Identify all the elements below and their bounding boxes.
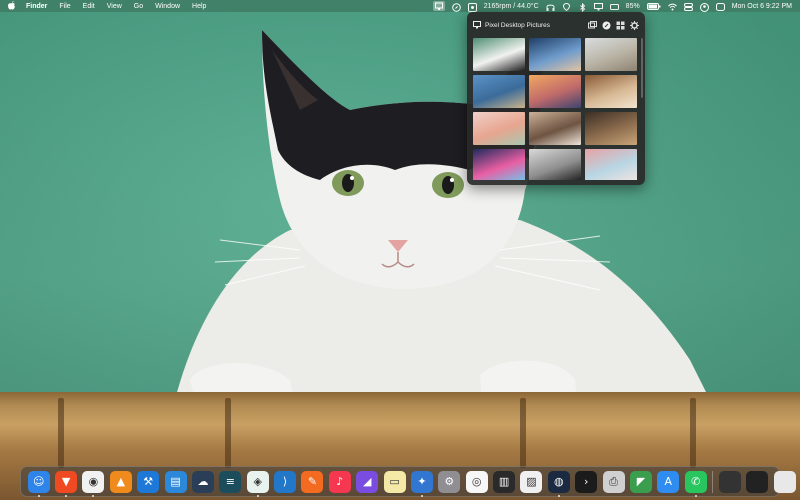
wallpaper-thumbnail-paint-splash[interactable] <box>473 149 525 180</box>
control-center-icon[interactable] <box>683 2 693 11</box>
sketch-app-icon[interactable]: ✎ <box>301 470 324 493</box>
windows-app-icon[interactable]: ▤ <box>164 470 187 493</box>
piano-icon[interactable]: ▥ <box>493 470 516 493</box>
bamboo-node <box>520 398 526 468</box>
grid-view-icon[interactable] <box>616 21 625 30</box>
pixel-desktop-pictures-icon[interactable] <box>432 1 445 11</box>
wallpaper-thumbnail-pattern-tiles[interactable] <box>529 112 581 145</box>
recent-window-3-icon[interactable] <box>773 470 796 493</box>
bamboo-node <box>58 398 64 468</box>
menu-help[interactable]: Help <box>192 3 206 10</box>
terminal-icon[interactable]: › <box>575 470 598 493</box>
status-area: 2165rpm / 44.0°C 85% Mon Oct 6 9:22 PM <box>432 1 792 12</box>
music-icon[interactable]: ♪ <box>328 470 351 493</box>
user-icon[interactable] <box>699 2 709 12</box>
screenshot-icon[interactable]: ◎ <box>465 470 488 493</box>
running-indicator <box>37 494 40 497</box>
app-logo-icon <box>473 21 481 29</box>
desktop-wallpaper <box>0 0 800 500</box>
settings-icon[interactable]: ⚙ <box>438 470 461 493</box>
apple-menu-icon[interactable] <box>8 0 16 12</box>
finder-icon[interactable]: ☺ <box>27 470 50 497</box>
gallery-icon[interactable] <box>588 20 597 30</box>
whatsapp-icon[interactable]: ✆ <box>684 470 707 497</box>
preview-icon[interactable]: ▨ <box>520 470 543 493</box>
wifi-icon[interactable] <box>667 3 677 10</box>
wallpaper-thumbnail-lens-hand[interactable] <box>529 38 581 71</box>
xcode-icon[interactable]: ⚒ <box>137 470 160 493</box>
bluetooth-icon[interactable] <box>578 2 587 12</box>
wallpaper-thumbnail-silhouettes[interactable] <box>529 149 581 180</box>
chrome-icon[interactable]: ◉ <box>82 470 105 497</box>
globe-app-icon[interactable]: ◍ <box>547 470 570 497</box>
cloud-app-icon[interactable]: ☁ <box>191 470 214 493</box>
wallpaper-thumbnail-still-life[interactable] <box>585 112 637 145</box>
running-indicator <box>557 494 560 497</box>
battery-percent[interactable]: 85% <box>626 3 640 10</box>
siri-icon[interactable] <box>715 2 725 11</box>
display-icon[interactable] <box>593 2 603 10</box>
tweak-app-icon[interactable]: ◢ <box>356 470 379 493</box>
compass-status-icon[interactable] <box>451 2 461 12</box>
popover-scrollbar[interactable] <box>641 38 643 98</box>
compass-app-icon[interactable]: ◤ <box>629 470 652 493</box>
wallpaper-thumbnail-coast-cliffs[interactable] <box>473 75 525 108</box>
menu-view[interactable]: View <box>107 3 122 10</box>
wallpaper-thumbnail-empty-room[interactable] <box>585 75 637 108</box>
brave-browser-icon[interactable]: ▼ <box>55 470 78 497</box>
vscode-icon[interactable]: ⟩ <box>274 470 297 493</box>
popover-title: Pixel Desktop Pictures <box>485 21 551 29</box>
menu-finder[interactable]: Finder <box>26 3 47 10</box>
stack-app-icon[interactable]: ≡ <box>219 470 242 493</box>
running-indicator <box>694 494 697 497</box>
running-indicator <box>65 494 68 497</box>
headphones-icon[interactable] <box>546 3 555 11</box>
wallpaper-thumbnail-pink-building[interactable] <box>585 149 637 180</box>
vlc-icon[interactable]: ▲ <box>109 470 132 493</box>
location-icon[interactable] <box>562 2 571 11</box>
menu-go[interactable]: Go <box>134 3 143 10</box>
bamboo-node <box>225 398 231 468</box>
wallpaper-thumbnail-city-skyline[interactable] <box>585 38 637 71</box>
menu-edit[interactable]: Edit <box>83 3 95 10</box>
running-indicator <box>420 494 423 497</box>
popover-toolbar <box>588 20 639 30</box>
notes-icon[interactable]: ▭ <box>383 470 406 493</box>
battery-icon[interactable] <box>646 2 661 10</box>
app-store-icon[interactable]: A <box>657 470 680 493</box>
bamboo-node <box>690 398 696 468</box>
running-indicator <box>256 494 259 497</box>
printer-icon[interactable]: ⎙ <box>602 470 625 493</box>
wallpaper-thumbnail-sunset-clouds[interactable] <box>529 75 581 108</box>
thumbnail-grid <box>473 38 639 180</box>
fan-readout[interactable]: 2165rpm / 44.0°C <box>484 3 539 10</box>
popover-header: Pixel Desktop Pictures <box>473 18 639 32</box>
dock: ☺ ▼ ◉ ▲ ⚒ ▤ ☁ ≡ ◈ ⟩ ✎ ♪ ◢ ▭ ✦ ⚙ ◎ ▥ ▨ ◍ › ⎙ ◤ A ✆ <box>20 466 796 497</box>
fan-icon[interactable] <box>467 2 477 12</box>
shuffle-icon[interactable] <box>602 21 611 30</box>
dock-separator <box>712 470 714 493</box>
recent-window-2-icon[interactable] <box>746 470 769 493</box>
mirror-app-icon[interactable]: ◈ <box>246 470 269 497</box>
pixel-desktop-pictures-popover: Pixel Desktop Pictures <box>467 12 645 185</box>
safari-icon[interactable]: ✦ <box>410 470 433 497</box>
wallpaper-thumbnail-cat-photo[interactable] <box>473 38 525 71</box>
settings-gear-icon[interactable] <box>630 20 639 30</box>
running-indicator <box>92 494 95 497</box>
wallpaper-thumbnail-pastel-flowers[interactable] <box>473 112 525 145</box>
menubar-clock[interactable]: Mon Oct 6 9:22 PM <box>732 3 792 10</box>
menu-file[interactable]: File <box>59 3 70 10</box>
menu-bar: Finder File Edit View Go Window Help 216… <box>0 0 800 12</box>
keyboard-icon[interactable] <box>609 3 619 10</box>
recent-window-1-icon[interactable] <box>719 470 742 493</box>
menu-window[interactable]: Window <box>155 3 180 10</box>
